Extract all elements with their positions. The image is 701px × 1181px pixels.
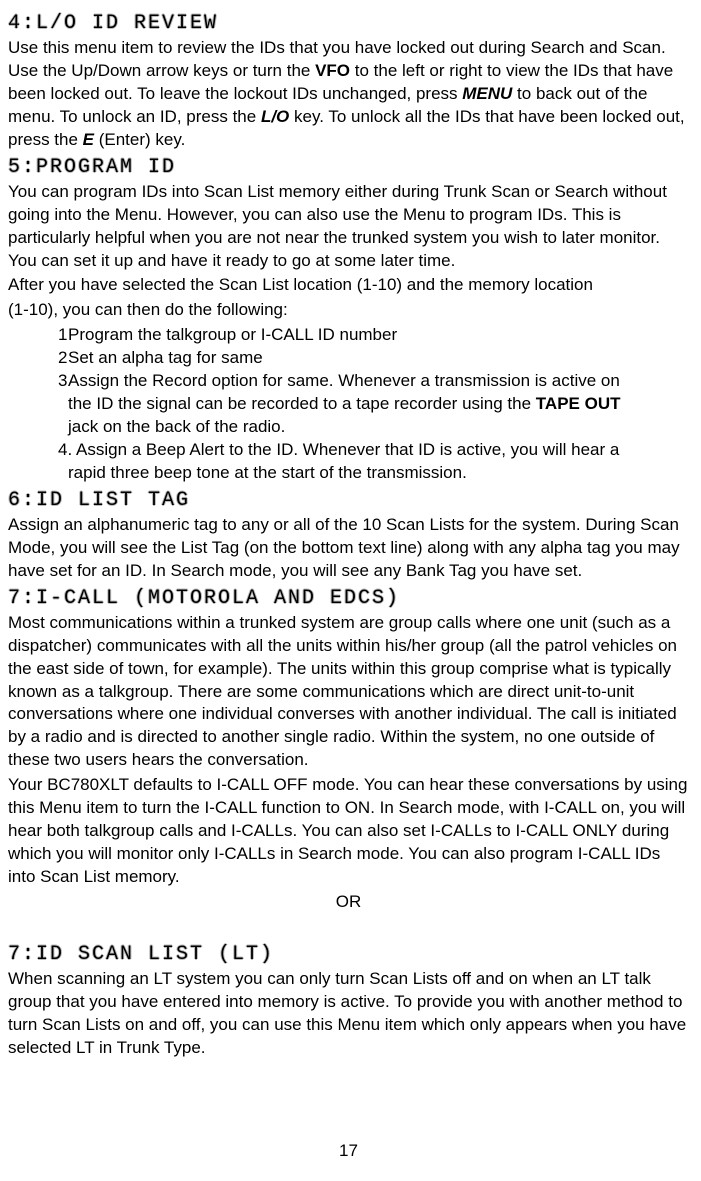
or-separator: OR [8, 891, 689, 914]
heading-4-lo-id-review: 4:L/O ID REVIEW [8, 10, 689, 37]
sec5-p2: After you have selected the Scan List lo… [8, 274, 689, 297]
heading-6-id-list-tag: 6:ID LIST TAG [8, 487, 689, 514]
list-item: 3Assign the Record option for same. When… [58, 370, 689, 393]
sec6-p1: Assign an alphanumeric tag to any or all… [8, 514, 689, 583]
list-text: Assign the Record option for same. Whene… [68, 370, 620, 393]
list-text: Set an alpha tag for same [68, 347, 263, 370]
bold-vfo: VFO [315, 61, 350, 80]
sec7a-p1: Most communications within a trunked sys… [8, 612, 689, 773]
sec4-paragraph: Use this menu item to review the IDs tha… [8, 37, 689, 152]
page-number: 17 [8, 1140, 689, 1163]
text: the ID the signal can be recorded to a t… [68, 394, 536, 413]
sec5-p1: You can program IDs into Scan List memor… [8, 181, 689, 273]
sec7b-p1: When scanning an LT system you can only … [8, 968, 689, 1060]
text: (Enter) key. [94, 130, 185, 149]
sec7a-p2: Your BC780XLT defaults to I-CALL OFF mod… [8, 774, 689, 889]
list-item-continuation: the ID the signal can be recorded to a t… [58, 393, 689, 416]
bold-italic-lo: L/O [261, 107, 289, 126]
heading-7-id-scan-list-lt: 7:ID SCAN LIST (LT) [8, 941, 689, 968]
list-item: 2Set an alpha tag for same [58, 347, 689, 370]
heading-7-icall: 7:I-CALL (MOTOROLA AND EDCS) [8, 585, 689, 612]
spacer [58, 393, 68, 416]
sec5-list: 1Program the talkgroup or I-CALL ID numb… [8, 324, 689, 485]
list-text: rapid three beep tone at the start of th… [68, 462, 467, 485]
spacer [58, 462, 68, 485]
list-text: the ID the signal can be recorded to a t… [68, 393, 620, 416]
list-text: Assign a Beep Alert to the ID. Whenever … [76, 439, 619, 462]
list-item-continuation: rapid three beep tone at the start of th… [58, 462, 689, 485]
list-text: jack on the back of the radio. [68, 416, 285, 439]
spacer [58, 416, 68, 439]
list-item: 4.Assign a Beep Alert to the ID. Wheneve… [58, 439, 689, 462]
list-number: 2 [58, 347, 68, 370]
list-item-continuation: jack on the back of the radio. [58, 416, 689, 439]
bold-tape-out: TAPE OUT [536, 394, 621, 413]
heading-5-program-id: 5:PROGRAM ID [8, 154, 689, 181]
list-text: Program the talkgroup or I-CALL ID numbe… [68, 324, 397, 347]
bold-italic-menu: MENU [462, 84, 512, 103]
list-number: 1 [58, 324, 68, 347]
list-number: 4. [58, 439, 76, 462]
sec5-p3: (1-10), you can then do the following: [8, 299, 689, 322]
list-item: 1Program the talkgroup or I-CALL ID numb… [58, 324, 689, 347]
bold-italic-e: E [83, 130, 94, 149]
list-number: 3 [58, 370, 68, 393]
